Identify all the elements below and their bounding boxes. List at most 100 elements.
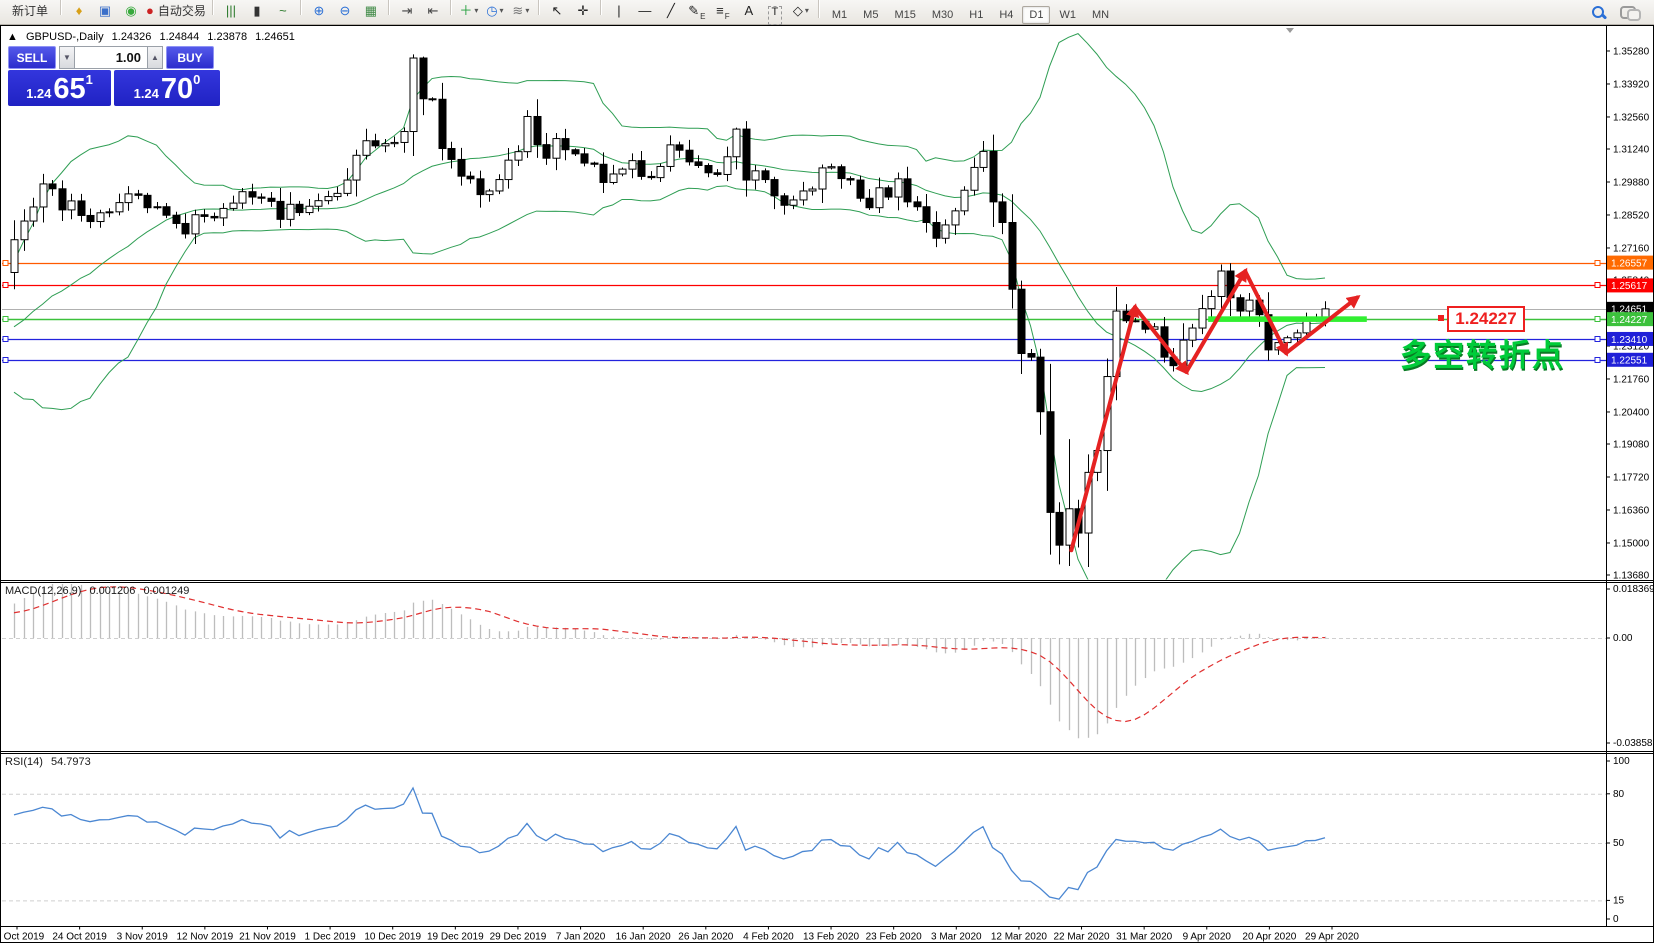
tile-windows-icon[interactable]: ▦ — [359, 0, 383, 22]
close-value: 1.24651 — [255, 31, 295, 43]
fibonacci-icon: ≡ — [716, 4, 724, 17]
chart-shift-icon[interactable]: ⇤ — [421, 0, 445, 22]
bull-candle — [971, 167, 978, 190]
panel-collapse-icon[interactable]: ▲ — [7, 31, 18, 43]
date-axis[interactable]: 15 Oct 201924 Oct 20193 Nov 201912 Nov 2… — [0, 927, 1359, 943]
support-highlight-segment[interactable] — [1208, 316, 1367, 322]
bull-candle — [1189, 328, 1196, 340]
trend-arrow-segment[interactable] — [1071, 307, 1135, 550]
sell-button[interactable]: SELL — [8, 46, 56, 69]
label-icon[interactable]: T — [763, 4, 787, 27]
turning-point-annotation[interactable]: 多空转折点 — [1400, 330, 1565, 375]
price-tick-label: 1.27160 — [1613, 243, 1650, 254]
line-chart-icon[interactable]: ~ — [271, 0, 295, 22]
template-icon[interactable]: ≋▾ — [509, 0, 533, 22]
toolbar-separator — [388, 0, 390, 15]
add-indicator-icon[interactable]: ＋▾ — [457, 0, 481, 22]
add-indicator-icon-dropdown[interactable]: ▾ — [474, 6, 478, 15]
bear-candle — [420, 58, 427, 99]
text-icon[interactable]: A — [737, 0, 761, 22]
new-order-button[interactable]: 新订单 — [5, 0, 55, 22]
rsi-pane — [2, 788, 1606, 901]
hline-right-handle[interactable] — [1595, 283, 1600, 288]
timeframe-w1[interactable]: W1 — [1052, 6, 1083, 24]
zoom-in-icon[interactable]: ⊕ — [307, 0, 331, 22]
bear-candle — [600, 164, 607, 182]
hline-left-handle[interactable] — [3, 261, 8, 266]
candlestick-chart-icon: ▮ — [253, 4, 260, 17]
volume-up-button[interactable]: ▲ — [147, 46, 163, 69]
chat-icon[interactable] — [1620, 6, 1638, 19]
chart-shift-marker[interactable] — [1286, 28, 1294, 33]
bear-candle — [467, 176, 474, 179]
timeframe-m5[interactable]: M5 — [856, 6, 885, 24]
sell-price-display[interactable]: 1.24 65 1 — [8, 70, 111, 106]
date-tick-label: 1 Dec 2019 — [305, 932, 357, 943]
date-tick-label: 12 Nov 2019 — [176, 932, 233, 943]
arrows-icon[interactable]: ◇▾ — [789, 0, 813, 22]
hline-left-handle[interactable] — [3, 337, 8, 342]
bear-candle — [923, 207, 930, 223]
autotrading-button-label: 自动交易 — [158, 2, 206, 19]
hline-right-handle[interactable] — [1595, 337, 1600, 342]
hline-right-handle[interactable] — [1595, 261, 1600, 266]
trend-arrow-segment[interactable] — [1286, 297, 1357, 353]
sell-price-digits: 65 — [53, 75, 85, 104]
bear-candle — [296, 204, 303, 212]
search-icon[interactable] — [1590, 4, 1606, 20]
main-price-pane[interactable] — [2, 34, 1606, 597]
timeframe-mn[interactable]: MN — [1085, 6, 1116, 24]
price-tick-label: 1.21760 — [1613, 374, 1650, 385]
cursor-icon[interactable]: ↖ — [545, 0, 569, 22]
vertical-line-icon[interactable]: | — [607, 0, 631, 22]
auto-scroll-icon[interactable]: ⇥ — [395, 0, 419, 22]
bull-candle — [724, 157, 731, 175]
bar-chart-icon[interactable]: ||| — [219, 0, 243, 22]
volume-down-button[interactable]: ▼ — [59, 46, 75, 69]
timeframe-m30[interactable]: M30 — [925, 6, 960, 24]
bear-candle — [914, 202, 921, 207]
bear-candle — [781, 196, 788, 205]
signals-icon[interactable]: ◉ — [119, 0, 143, 22]
autotrading-button[interactable]: ●自动交易 — [145, 0, 207, 22]
candlestick-chart-icon[interactable]: ▮ — [245, 0, 269, 22]
bear-candle — [429, 99, 436, 100]
macd-axis-label: 0.018369 — [1613, 584, 1654, 595]
hline-right-handle[interactable] — [1595, 358, 1600, 363]
arrows-icon-dropdown[interactable]: ▾ — [805, 6, 809, 15]
mql5-market-icon[interactable]: ♦ — [67, 0, 91, 22]
bull-candle — [325, 197, 332, 201]
price-callout-handle[interactable] — [1438, 315, 1444, 321]
buy-button[interactable]: BUY — [166, 46, 214, 69]
buy-price-display[interactable]: 1.24 70 0 — [114, 70, 220, 106]
channel-icon[interactable]: ✎E — [685, 0, 709, 22]
volume-input[interactable] — [75, 46, 147, 69]
bear-candle — [686, 150, 693, 162]
hline-left-handle[interactable] — [3, 358, 8, 363]
rsi-axis-label: 0 — [1613, 914, 1619, 925]
macd-pane — [2, 583, 1606, 738]
timeframe-d1[interactable]: D1 — [1022, 6, 1050, 24]
trendline-icon[interactable]: ╱ — [659, 0, 683, 22]
timeframe-h1[interactable]: H1 — [962, 6, 990, 24]
timeframe-m1[interactable]: M1 — [825, 6, 854, 24]
timeframe-m15[interactable]: M15 — [887, 6, 922, 24]
price-callout-box[interactable]: 1.24227 — [1447, 306, 1525, 332]
horizontal-line-icon[interactable]: — — [633, 0, 657, 22]
price-axis[interactable]: 1.352801.339201.325601.312401.298801.285… — [1606, 26, 1654, 927]
community-icon[interactable]: ▣ — [93, 0, 117, 22]
fibonacci-icon[interactable]: ≡F — [711, 0, 735, 22]
timeframe-h4[interactable]: H4 — [992, 6, 1020, 24]
template-icon-dropdown[interactable]: ▾ — [525, 6, 529, 15]
zoom-out-icon[interactable]: ⊖ — [333, 0, 357, 22]
bull-candle — [980, 151, 987, 167]
crosshair-icon: ✛ — [577, 4, 588, 17]
chart-canvas[interactable]: 1.352801.339201.325601.312401.298801.285… — [0, 25, 1654, 943]
bear-candle — [477, 179, 484, 195]
period-icon-dropdown[interactable]: ▾ — [500, 6, 504, 15]
hline-left-handle[interactable] — [3, 317, 8, 322]
period-icon[interactable]: ◷▾ — [483, 0, 507, 22]
crosshair-icon[interactable]: ✛ — [571, 0, 595, 22]
hline-left-handle[interactable] — [3, 283, 8, 288]
hline-right-handle[interactable] — [1595, 317, 1600, 322]
